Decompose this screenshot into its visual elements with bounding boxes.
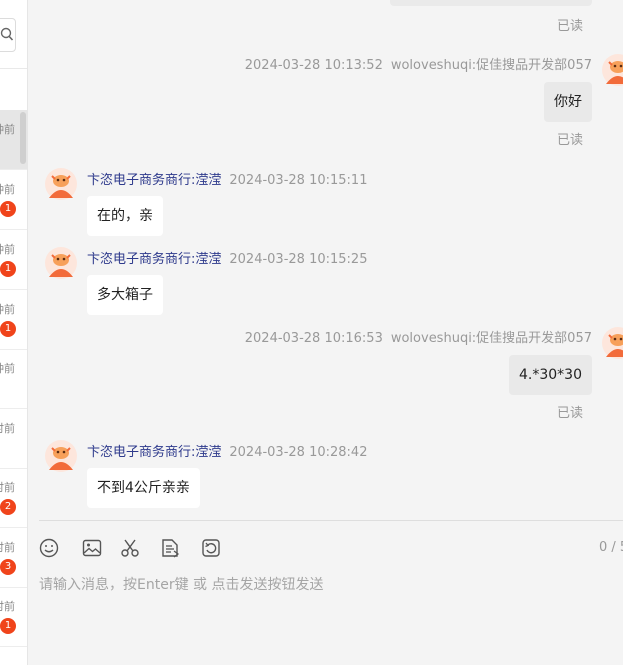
conversation-item[interactable]: 钟前 1	[0, 290, 27, 350]
message-timestamp: 2024-03-28 10:13:52	[244, 58, 383, 73]
my-avatar	[602, 54, 623, 86]
message-timestamp: 2024-03-28 10:16:53	[244, 331, 383, 346]
conversation-time: 钟前	[0, 303, 15, 316]
sender-name: woloveshuqi:促佳搜品开发部057	[390, 58, 592, 73]
message-bubble: 在的，亲	[87, 196, 163, 236]
read-status: 已读	[557, 133, 584, 148]
conversation-time: 时前	[0, 600, 15, 613]
search-icon[interactable]	[0, 26, 14, 42]
message-bubble	[390, 0, 592, 6]
message-meta: 2024-03-28 10:16:53 woloveshuqi:促佳搜品开发部05…	[245, 327, 592, 346]
conversation-time: 钟前	[0, 243, 15, 256]
conversation-item[interactable]: 钟前	[0, 349, 27, 409]
message-meta: 2024-03-28 10:13:52 woloveshuqi:促佳搜品开发部05…	[245, 54, 592, 73]
sidebar-divider	[0, 68, 27, 69]
unread-badge: 1	[0, 201, 16, 217]
message-bubble: 多大箱子	[87, 275, 163, 315]
message-meta: 卞恣电子商务商行:滢滢 2024-03-28 10:15:25	[87, 248, 367, 267]
composer-divider	[39, 520, 623, 521]
conversation-time: 钟前	[0, 123, 15, 136]
sender-name: woloveshuqi:促佳搜品开发部057	[390, 331, 592, 346]
image-icon[interactable]	[81, 537, 103, 559]
message-bubble: 不到4公斤亲亲	[87, 468, 200, 508]
conversation-time: 时前	[0, 481, 15, 494]
search-box[interactable]	[0, 18, 16, 52]
contact-avatar[interactable]	[45, 247, 77, 279]
unread-badge: 3	[0, 559, 16, 575]
conversation-time: 钟前	[0, 183, 15, 196]
conversation-item[interactable]: 时前 3	[0, 528, 27, 588]
chat-message-area: 已读 2024-03-28 10:13:52 woloveshuqi:促佳搜品开发…	[28, 0, 623, 520]
message-meta: 卞恣电子商务商行:滢滢 2024-03-28 10:15:11	[87, 169, 367, 188]
sender-name: 卞恣电子商务商行:滢滢	[87, 445, 222, 460]
conversation-item[interactable]: 时前	[0, 409, 27, 469]
contact-avatar[interactable]	[45, 168, 77, 200]
scissors-icon[interactable]	[119, 537, 141, 559]
unread-badge: 1	[0, 618, 16, 634]
unread-badge: 2	[0, 499, 16, 515]
conversation-item[interactable]: 钟前 1	[0, 230, 27, 290]
conversation-list: 钟前 钟前 1 钟前 1 钟前 1 钟前 时前 时前 2 时前 3 时前 1	[0, 0, 28, 665]
conversation-time: 时前	[0, 422, 15, 435]
conversation-time: 时前	[0, 541, 15, 554]
conversation-time: 钟前	[0, 362, 15, 375]
read-status: 已读	[557, 19, 584, 34]
contact-avatar[interactable]	[45, 440, 77, 472]
message-bubble: 4.*30*30	[509, 355, 592, 395]
conversation-item[interactable]: 钟前 1	[0, 170, 27, 230]
emoji-icon[interactable]	[38, 537, 60, 559]
sender-name: 卞恣电子商务商行:滢滢	[87, 173, 222, 188]
history-icon[interactable]	[200, 537, 222, 559]
sidebar-scrollbar[interactable]	[20, 112, 26, 164]
sender-name: 卞恣电子商务商行:滢滢	[87, 252, 222, 267]
message-input[interactable]	[39, 570, 609, 600]
my-avatar	[602, 327, 623, 359]
conversation-item[interactable]: 时前 2	[0, 468, 27, 528]
read-status: 已读	[557, 406, 584, 421]
message-bubble: 你好	[544, 82, 592, 122]
unread-badge: 1	[0, 321, 16, 337]
conversation-item[interactable]: 时前 1	[0, 587, 27, 647]
message-timestamp: 2024-03-28 10:15:25	[229, 252, 368, 267]
unread-badge: 1	[0, 261, 16, 277]
message-timestamp: 2024-03-28 10:28:42	[229, 445, 368, 460]
character-counter: 0 / 5	[599, 540, 623, 555]
document-icon[interactable]	[159, 537, 181, 559]
message-meta: 卞恣电子商务商行:滢滢 2024-03-28 10:28:42	[87, 441, 367, 460]
message-timestamp: 2024-03-28 10:15:11	[229, 173, 368, 188]
